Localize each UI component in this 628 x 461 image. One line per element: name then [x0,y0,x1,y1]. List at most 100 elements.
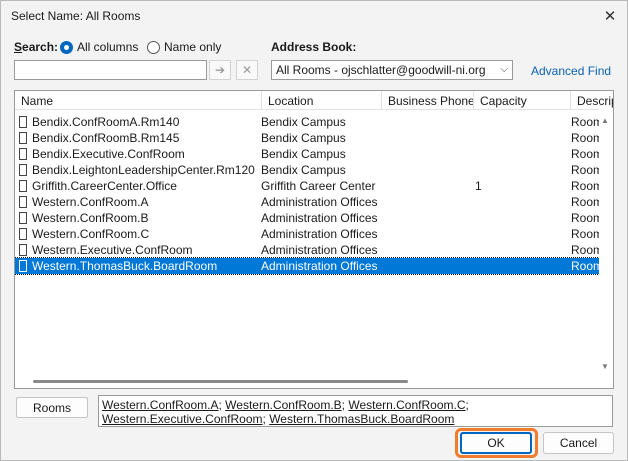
cell-business-phone [387,114,473,130]
cell-description: Room [571,115,601,129]
room-entry-icon [19,260,27,272]
rooms-button[interactable]: Rooms [16,397,88,418]
column-header-name[interactable]: Name [15,91,262,110]
cell-description: Room [571,147,601,161]
horizontal-scroll-thumb[interactable] [33,380,408,383]
table-row[interactable]: Western.ThomasBuck.BoardRoom Administrati… [15,257,601,275]
cell-business-phone [387,178,473,194]
rooms-button-label: Rooms [32,400,71,415]
cell-name: Bendix.LeightonLeadershipCenter.Rm120 [32,163,255,177]
selected-room-entry[interactable]: Western.ConfRoom.A [102,398,219,412]
room-entry-icon [19,164,27,176]
table-row[interactable]: Bendix.Executive.ConfRoom Bendix Campus Ro… [15,146,601,162]
advanced-find-link[interactable]: Advanced Find [531,64,611,78]
list-rows: Bendix.ConfRoomA.Rm140 Bendix Campus Room B… [15,114,601,275]
column-header-location[interactable]: Location [262,91,382,110]
vertical-scrollbar[interactable]: ▲ ▼ [599,110,613,375]
radio-all-columns-label: All columns [77,40,139,54]
cell-name: Western.ConfRoom.B [32,211,149,225]
selected-room-entry[interactable]: Western.ThomasBuck.BoardRoom [269,412,454,426]
clear-x-icon[interactable]: ✕ [236,60,258,80]
table-row[interactable]: Western.Executive.ConfRoom Administration… [15,242,601,258]
table-row[interactable]: Western.ConfRoom.B Administration Offices… [15,210,601,226]
table-row[interactable]: Bendix.LeightonLeadershipCenter.Rm120 Ben… [15,162,601,178]
cell-capacity [475,194,565,210]
results-list[interactable]: Name Location Business Phone Capacity De… [14,90,614,389]
cell-description: Room [571,163,601,177]
cell-name: Western.ThomasBuck.BoardRoom [32,259,218,273]
table-row[interactable]: Bendix.ConfRoomB.Rm145 Bendix Campus Room [15,130,601,146]
cell-description: Room [571,243,601,257]
cell-name: Griffith.CareerCenter.Office [32,179,177,193]
cell-location: Administration Offices [261,243,378,257]
search-label-rest: earch: [22,40,59,54]
table-row[interactable]: Griffith.CareerCenter.Office Griffith Car… [15,178,601,194]
selected-room-entry[interactable]: Western.ConfRoom.C [348,398,465,412]
cell-business-phone [387,226,473,242]
cell-location: Bendix Campus [261,147,346,161]
scroll-up-icon[interactable]: ▲ [601,116,609,125]
close-icon[interactable]: ✕ [599,5,621,27]
cancel-button-label: Cancel [559,436,598,450]
cell-capacity [475,226,565,242]
cell-description: Room [571,131,601,145]
room-entry-icon [19,148,27,160]
cell-name: Bendix.ConfRoomB.Rm145 [32,131,180,145]
cell-capacity [475,242,565,258]
cell-capacity: 1 [475,179,482,193]
radio-name-only[interactable]: Name only [147,40,221,54]
column-header-capacity[interactable]: Capacity [474,91,571,110]
select-name-dialog: Select Name: All Rooms ✕ Search: All col… [0,0,628,461]
cell-name: Western.ConfRoom.A [32,195,149,209]
room-entry-icon [19,180,27,192]
cell-capacity [475,146,565,162]
cell-name: Bendix.ConfRoomA.Rm140 [32,115,180,129]
radio-name-only-label: Name only [164,40,222,54]
cell-location: Administration Offices [261,227,378,241]
cell-business-phone [387,130,473,146]
room-entry-icon [19,212,27,224]
chevron-down-icon: ⌵ [500,64,508,75]
cell-location: Bendix Campus [261,131,346,145]
room-entry-icon [19,132,27,144]
cell-description: Room [571,259,601,273]
table-row[interactable]: Western.ConfRoom.C Administration Offices… [15,226,601,242]
cell-capacity [475,162,565,178]
cell-location: Administration Offices [261,259,378,273]
ok-button[interactable]: OK [460,432,532,454]
table-row[interactable]: Bendix.ConfRoomA.Rm140 Bendix Campus Room [15,114,601,130]
search-label: Search: [14,40,59,54]
cell-business-phone [387,210,473,226]
cell-business-phone [387,258,473,274]
radio-all-columns[interactable]: All columns [60,40,138,54]
cell-location: Griffith Career Center [261,179,376,193]
room-entry-icon [19,196,27,208]
selected-room-entry[interactable]: Western.Executive.ConfRoom [102,412,263,426]
radio-unselected-icon [147,40,160,54]
address-book-select[interactable]: All Rooms - ojschlatter@goodwill-ni.org … [271,60,513,80]
search-input[interactable] [14,60,207,80]
cell-name: Western.Executive.ConfRoom [32,243,193,257]
cell-description: Room [571,211,601,225]
cell-location: Administration Offices [261,195,378,209]
title-bar: Select Name: All Rooms ✕ [1,1,627,31]
scroll-down-icon[interactable]: ▼ [601,362,609,371]
column-header-business-phone[interactable]: Business Phone [382,91,474,110]
selected-rooms-field[interactable]: Western.ConfRoom.A; Western.ConfRoom.B; … [98,395,613,427]
room-entry-icon [19,228,27,240]
horizontal-scrollbar[interactable] [15,374,613,388]
cancel-button[interactable]: Cancel [543,432,614,454]
cell-capacity [475,130,565,146]
cell-capacity [475,114,565,130]
selected-room-entry[interactable]: Western.ConfRoom.B [225,398,342,412]
column-header-description[interactable]: Descrip [571,91,613,110]
cell-location: Bendix Campus [261,115,346,129]
arrow-right-icon[interactable]: ➔ [209,60,231,80]
address-book-label: Address Book: [271,40,357,54]
table-row[interactable]: Western.ConfRoom.A Administration Offices… [15,194,601,210]
cell-business-phone [387,146,473,162]
dialog-title: Select Name: All Rooms [11,9,141,23]
room-entry-icon [19,244,27,256]
radio-selected-icon [60,40,73,54]
list-header: Name Location Business Phone Capacity De… [15,91,613,110]
